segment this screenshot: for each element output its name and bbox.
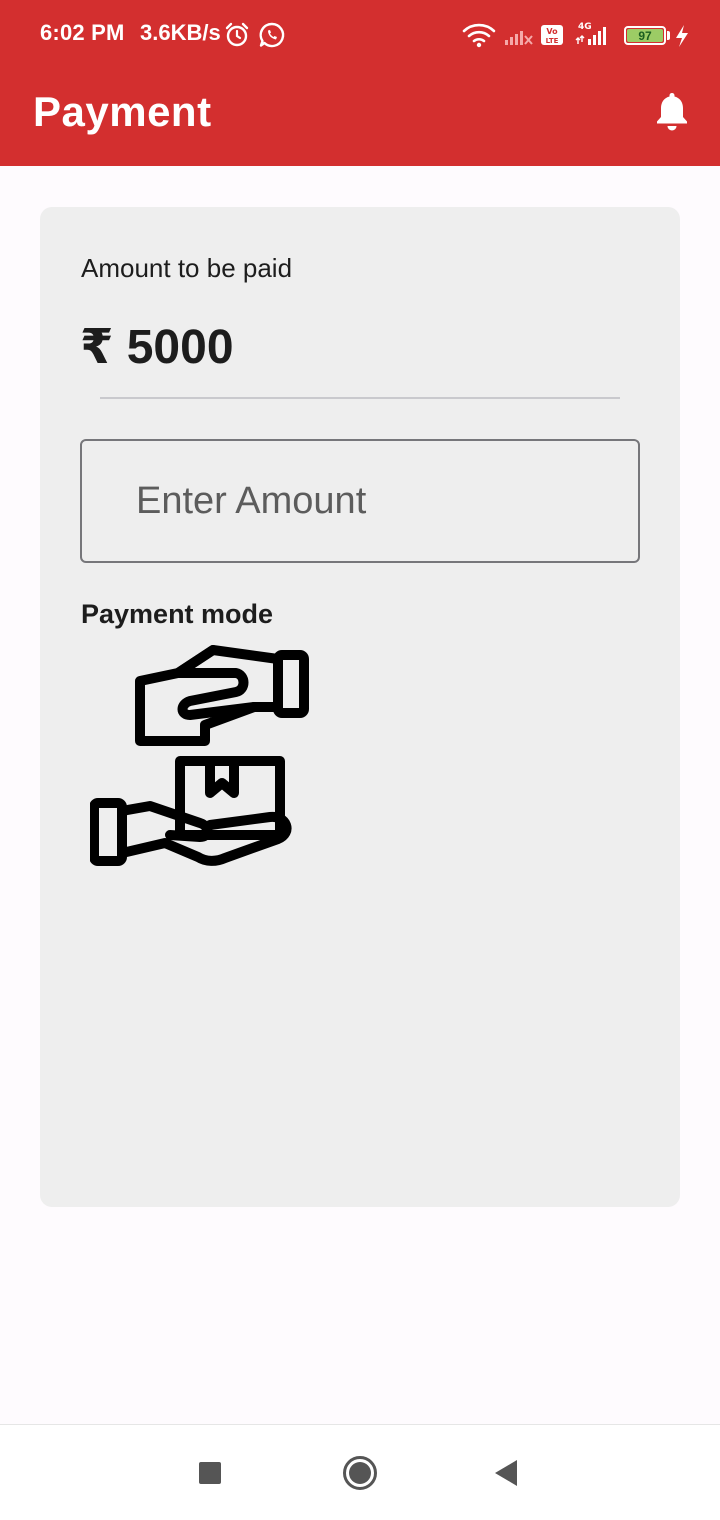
alarm-icon [225,22,249,47]
battery-tip [667,31,670,40]
svg-text:LTE: LTE [546,37,559,45]
divider [100,397,620,399]
navigation-bar [0,1424,720,1520]
status-bar: 6:02 PM 3.6KB/s Vo LTE 4G 97 [0,0,720,70]
recents-icon[interactable] [199,1462,221,1484]
status-net-speed: 3.6KB/s [140,20,221,45]
volte-icon: Vo LTE [541,25,563,45]
status-time: 6:02 PM [40,20,125,45]
amount-label: Amount to be paid [81,253,293,283]
cash-on-delivery-icon[interactable] [90,645,312,867]
payment-mode-label: Payment mode [81,599,274,629]
whatsapp-icon [259,22,285,48]
signal-4g-icon: 4G [575,22,606,45]
back-icon[interactable] [494,1459,518,1487]
bell-icon[interactable] [652,90,692,132]
charging-icon [676,25,688,47]
amount-input[interactable] [80,439,640,563]
wifi-icon [462,23,496,48]
payment-card: Amount to be paid ₹ 5000 Payment mode [40,207,680,1207]
app-bar: Payment [0,70,720,166]
signal-icon [505,31,533,45]
battery-icon: 97 [624,26,666,45]
home-icon[interactable] [342,1455,378,1491]
battery-level: 97 [627,29,663,43]
page-title: Payment [33,88,212,135]
amount-value: ₹ 5000 [80,321,234,374]
svg-text:4G: 4G [578,22,592,32]
svg-text:Vo: Vo [546,27,558,36]
